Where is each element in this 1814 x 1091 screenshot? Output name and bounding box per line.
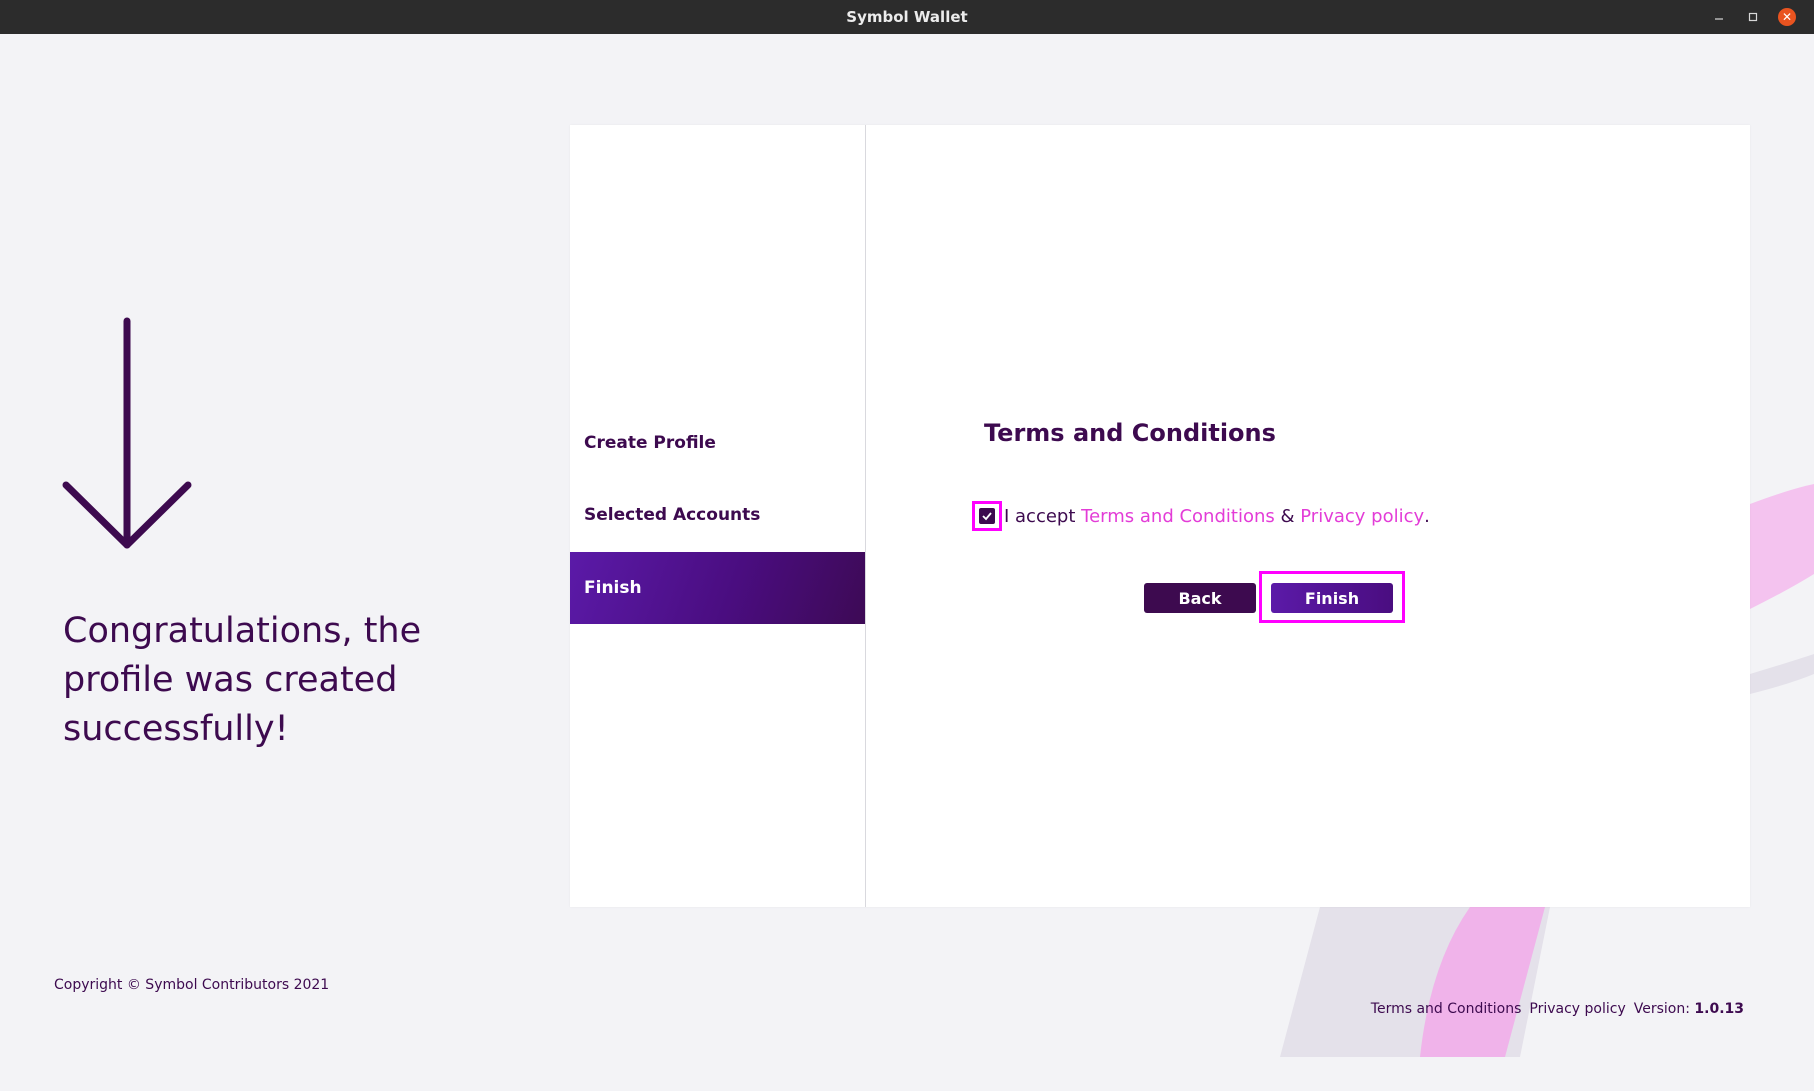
accept-prefix: I accept xyxy=(1004,505,1076,527)
period: . xyxy=(1424,505,1430,527)
success-message: Congratulations, the profile was created… xyxy=(63,611,422,749)
window-controls: ✕ xyxy=(1702,0,1804,34)
window-titlebar: Symbol Wallet ✕ xyxy=(0,0,1814,34)
wizard-card: Create Profile Selected Accounts Finish … xyxy=(570,125,1750,907)
terms-link[interactable]: Terms and Conditions xyxy=(1081,506,1275,527)
wizard-steps: Create Profile Selected Accounts Finish xyxy=(570,125,866,907)
step-label: Selected Accounts xyxy=(584,505,761,525)
version-value: 1.0.13 xyxy=(1694,1001,1744,1017)
footer-terms-link[interactable]: Terms and Conditions xyxy=(1371,1001,1522,1017)
down-arrow-icon xyxy=(60,315,200,555)
finish-button[interactable]: Finish xyxy=(1271,583,1393,613)
step-finish[interactable]: Finish xyxy=(570,552,865,624)
accept-checkbox[interactable] xyxy=(972,501,1002,531)
privacy-link[interactable]: Privacy policy xyxy=(1300,506,1424,527)
copyright-text: Copyright © Symbol Contributors 2021 xyxy=(54,977,330,993)
window-title: Symbol Wallet xyxy=(846,8,968,26)
terms-panel: Terms and Conditions I accept Terms and … xyxy=(866,125,1750,907)
back-button[interactable]: Back xyxy=(1144,583,1256,613)
minimize-icon[interactable] xyxy=(1702,0,1736,34)
accept-row: I accept Terms and Conditions & Privacy … xyxy=(972,501,1430,531)
step-label: Create Profile xyxy=(584,433,716,453)
footer-links: Terms and Conditions Privacy policy Vers… xyxy=(1371,1001,1744,1017)
footer-privacy-link[interactable]: Privacy policy xyxy=(1529,1001,1625,1017)
version-label: Version: xyxy=(1633,1001,1690,1017)
step-selected-accounts[interactable]: Selected Accounts xyxy=(570,479,865,551)
terms-title: Terms and Conditions xyxy=(984,419,1276,447)
close-icon: ✕ xyxy=(1778,8,1796,26)
version-info: Version: 1.0.13 xyxy=(1634,1001,1744,1017)
checkmark-icon xyxy=(979,508,995,524)
step-create-profile[interactable]: Create Profile xyxy=(570,407,865,479)
close-button[interactable]: ✕ xyxy=(1770,0,1804,34)
ampersand: & xyxy=(1280,505,1295,527)
step-label: Finish xyxy=(584,578,642,598)
maximize-icon[interactable] xyxy=(1736,0,1770,34)
